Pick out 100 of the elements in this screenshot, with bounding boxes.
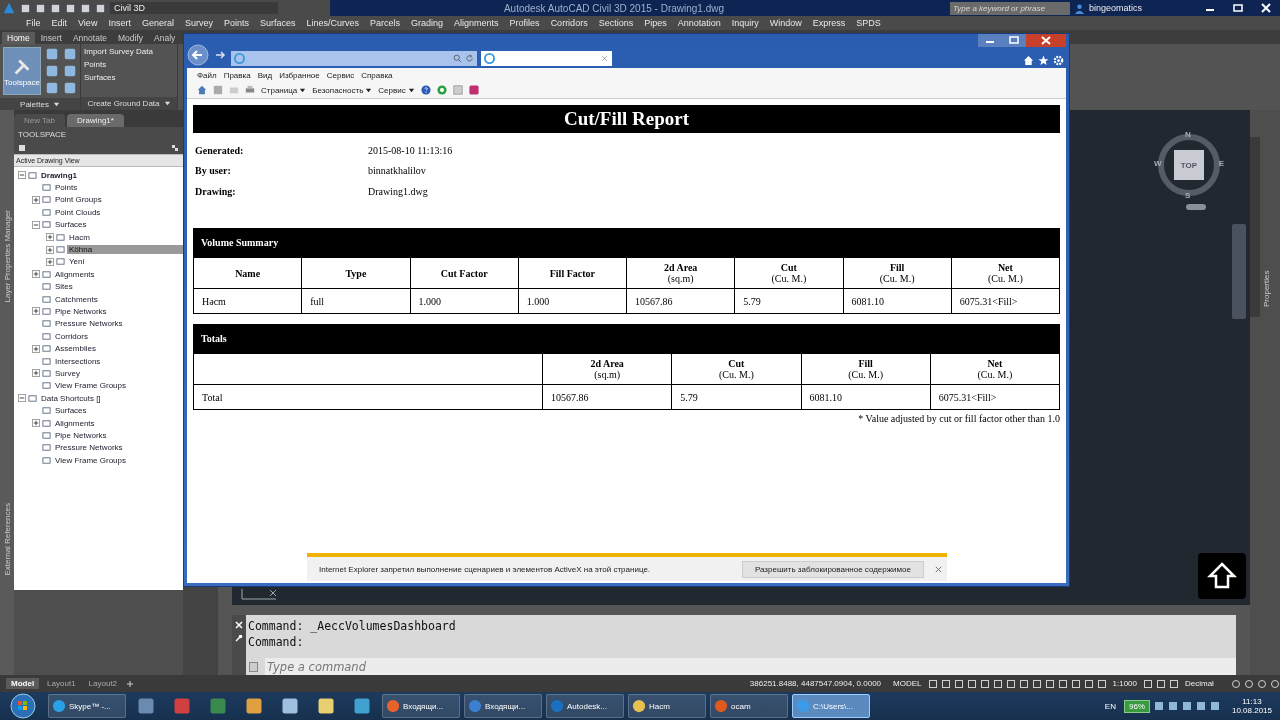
menu-item[interactable]: Pipes [644,18,667,28]
tree-item[interactable]: Drawing1 [39,170,79,180]
menu-item[interactable]: Сервис [326,70,355,80]
palette-icon[interactable] [45,64,59,78]
clock-date[interactable]: 10.08.2015 [1231,706,1272,715]
status-toggle-icon[interactable] [1096,678,1107,689]
layout-tab[interactable]: Layout1 [42,678,81,689]
menu-item[interactable]: General [141,18,174,28]
units-dropdown[interactable]: Decimal [1182,679,1228,688]
expander-icon[interactable] [32,419,40,427]
menu-item[interactable]: Вид [257,70,273,80]
menu-item[interactable]: Corridors [550,18,588,28]
expander-icon[interactable] [18,171,26,180]
menu-item[interactable]: Файл [197,70,217,80]
print-icon[interactable] [245,85,255,95]
palette-icon[interactable] [45,47,59,61]
palette-icon[interactable] [45,81,59,95]
tray-icon[interactable] [1153,701,1164,711]
toolbar-icon[interactable] [171,144,179,152]
pinned-app-icon[interactable] [352,696,372,716]
clock-time[interactable]: 11:13 [1242,697,1262,706]
status-toggle-icon[interactable] [1244,678,1254,689]
settings-icon[interactable] [1053,55,1064,66]
tree-item[interactable]: Points [53,183,80,193]
menu-item[interactable]: Edit [51,18,68,28]
status-toggle-icon[interactable] [992,678,1003,689]
command-menu[interactable]: Безопасность [312,85,364,95]
workspace-dropdown[interactable]: Civil 3D [110,2,278,14]
refresh-icon[interactable] [465,54,474,63]
expander-icon[interactable] [46,233,54,242]
menu-item[interactable]: Sections [598,18,634,28]
panel-title[interactable]: Create Ground Data [81,97,177,110]
tree-item[interactable]: Pipe Networks [53,307,109,316]
document-tab[interactable]: Drawing1* [67,114,124,127]
expander-icon[interactable] [32,369,40,378]
status-toggle-icon[interactable] [1070,678,1081,689]
tree-item[interactable]: Point Groups [53,195,104,205]
menu-item[interactable]: SPDS [856,18,881,28]
tree-item[interactable]: Alignments [53,418,97,428]
taskbar-button[interactable]: Входящи... [464,694,542,718]
taskbar-button[interactable]: Входящи... [382,694,460,718]
palette-tab[interactable]: Properties [1262,247,1271,307]
tree-item[interactable]: Surfaces [53,220,89,230]
menu-item[interactable]: Window [769,18,802,28]
status-toggle-icon[interactable] [966,678,977,689]
palette-icon[interactable] [63,47,77,61]
menu-item[interactable]: Annotation [677,18,721,28]
status-toggle-icon[interactable] [1257,678,1267,689]
caret-icon[interactable] [299,86,307,94]
menu-item[interactable]: Survey [184,18,213,28]
status-toggle-icon[interactable] [1057,678,1068,689]
expander-icon[interactable] [32,270,40,279]
tree-item[interactable]: Pressure Networks [53,319,125,329]
start-button-icon[interactable] [10,693,36,719]
tree-item[interactable]: Catchments [53,294,100,304]
tree-item[interactable]: View Frame Groups [53,455,128,465]
menu-item[interactable]: Правка [223,70,251,80]
toolbar-icon[interactable] [18,144,26,152]
quick-access-icon[interactable] [80,2,91,14]
status-toggle-icon[interactable] [1044,678,1055,689]
expander-icon[interactable] [46,257,54,266]
command-input[interactable]: Type a command [265,658,1236,675]
menu-item[interactable]: Insert [108,18,131,28]
status-toggle-icon[interactable] [1143,678,1153,689]
menu-item[interactable]: Express [812,18,846,28]
status-toggle-icon[interactable] [1169,678,1179,689]
tree-item[interactable]: Pressure Networks [53,443,125,453]
tree-item[interactable]: Point Clouds [53,207,103,217]
palette-icon[interactable] [63,64,77,78]
wrench-icon[interactable] [235,634,243,642]
caret-icon[interactable] [365,86,373,94]
battery-indicator[interactable]: 96% [1123,699,1150,713]
menu-item[interactable]: Points [223,18,249,28]
quick-access-icon[interactable] [35,2,46,14]
coordinate-system-pill[interactable] [1186,204,1206,210]
quick-access-icon[interactable] [20,2,31,14]
search-field[interactable]: Type a keyword or phrase [949,1,1070,15]
menu-item[interactable]: Alignments [454,18,499,28]
tree-item[interactable]: Corridors [53,331,90,341]
status-toggle-icon[interactable] [1018,678,1029,689]
quick-access-icon[interactable] [50,2,61,14]
quick-access-icon[interactable] [65,2,76,14]
tree-item[interactable]: Surfaces [53,406,89,416]
tray-icon[interactable] [1195,701,1206,711]
taskbar-button[interactable]: ocam [710,694,788,718]
tree-item[interactable]: Sites [53,282,75,292]
menu-item[interactable]: Parcels [370,18,401,28]
palette-icon[interactable] [63,81,77,95]
tree-item[interactable]: Yeni [67,257,87,267]
menu-item[interactable]: Surfaces [259,18,296,28]
command-menu[interactable]: Страница [261,85,298,95]
menu-item[interactable]: File [26,18,41,28]
search-icon[interactable] [453,54,462,63]
expander-icon[interactable] [32,307,40,316]
expander-icon[interactable] [32,220,40,229]
add-icon[interactable] [125,678,136,689]
status-toggle-icon[interactable] [1156,678,1166,689]
tree-item[interactable]: Assemblies [53,344,98,354]
menu-item[interactable]: View [78,18,98,28]
menu-item[interactable]: Lines/Curves [306,18,360,28]
